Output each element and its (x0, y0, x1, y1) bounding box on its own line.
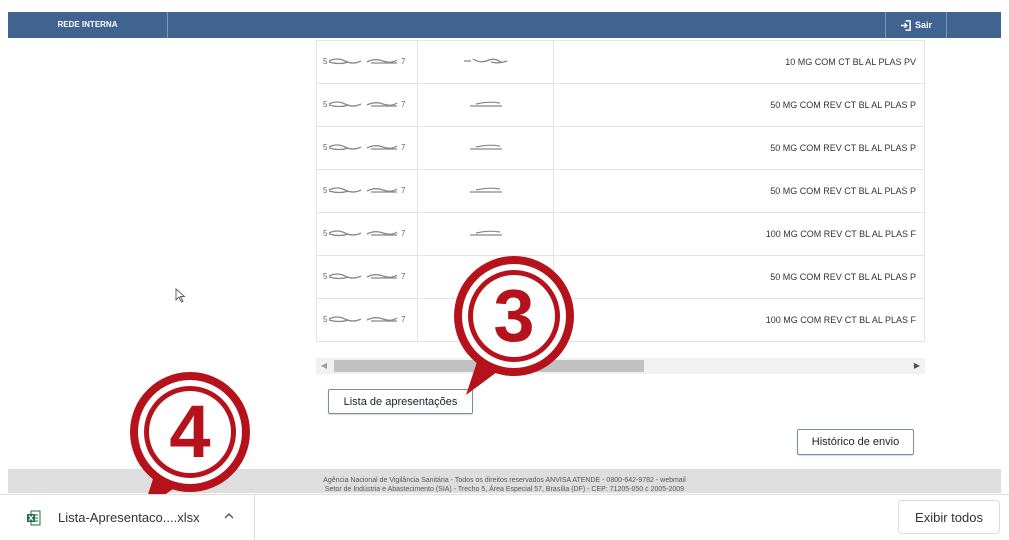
redacted-registration-cell: 57 (316, 126, 418, 170)
presentation-description-cell: 50 MG COM REV CT BL AL PLAS P (553, 83, 925, 127)
presentation-description-cell: 50 MG COM REV CT BL AL PLAS P (553, 169, 925, 213)
excel-file-icon (27, 510, 41, 525)
svg-text:7: 7 (401, 229, 406, 238)
presentation-description-cell: 50 MG COM REV CT BL AL PLAS P (553, 255, 925, 299)
svg-text:7: 7 (401, 186, 406, 195)
svg-text:7: 7 (401, 100, 406, 109)
table-row: 5 7 100 MG COM REV CT BL AL PLAS F (316, 212, 925, 256)
svg-text:7: 7 (401, 272, 406, 281)
step-3-number: 3 (493, 274, 534, 357)
horizontal-scrollbar[interactable]: ◀ ▶ (316, 358, 925, 374)
redacted-registration-cell: 57 (316, 83, 418, 127)
svg-text:5: 5 (323, 315, 328, 324)
download-item[interactable]: Lista-Apresentaco....xlsx (18, 495, 255, 540)
redacted-registration-cell: 57 (316, 298, 418, 342)
redacted-code-cell (417, 126, 554, 170)
redacted-code-cell (417, 40, 554, 84)
chevron-up-icon[interactable] (221, 508, 237, 524)
sair-button[interactable]: Sair (885, 12, 947, 38)
table-row: 5 7 50 MG COM REV CT BL AL PLAS P (316, 83, 925, 127)
svg-text:5: 5 (323, 229, 328, 238)
presentation-description-cell: 50 MG COM REV CT BL AL PLAS P (553, 126, 925, 170)
redacted-registration-cell: 57 (316, 212, 418, 256)
redacted-code-cell (417, 83, 554, 127)
historico-envio-button[interactable]: Histórico de envio (797, 429, 914, 455)
presentation-description-cell: 100 MG COM REV CT BL AL PLAS F (553, 298, 925, 342)
svg-text:5: 5 (323, 186, 328, 195)
table-row: 5 7 10 MG COM CT BL AL PLAS PV (316, 40, 925, 84)
redacted-registration-cell: 57 (316, 40, 418, 84)
exibir-todos-button[interactable]: Exibir todos (898, 500, 1000, 534)
presentation-description-cell: 10 MG COM CT BL AL PLAS PV (553, 40, 925, 84)
table-row: 5 7 50 MG COM REV CT BL AL PLAS P (316, 255, 925, 299)
redacted-code-cell (417, 169, 554, 213)
svg-text:5: 5 (323, 272, 328, 281)
rede-interna-link[interactable]: REDE INTERNA (8, 12, 168, 38)
step-4-number: 4 (169, 390, 210, 473)
table-row: 5 7 50 MG COM REV CT BL AL PLAS P (316, 169, 925, 213)
redacted-registration-cell: 57 (316, 255, 418, 299)
presentations-table: 5 7 10 MG COM CT BL AL PLAS PV 5 7 50 MG COM … (316, 40, 925, 343)
svg-text:5: 5 (323, 100, 328, 109)
download-file-name: Lista-Apresentaco....xlsx (58, 510, 200, 525)
table-row: 5 7 100 MG COM REV CT BL AL PLAS F (316, 298, 925, 342)
scroll-left-arrow-icon[interactable]: ◀ (316, 358, 332, 374)
redacted-registration-cell: 57 (316, 169, 418, 213)
svg-text:7: 7 (401, 143, 406, 152)
sair-label: Sair (914, 20, 932, 30)
svg-text:5: 5 (323, 57, 328, 66)
logout-icon (900, 19, 911, 31)
download-bar: Lista-Apresentaco....xlsx (0, 494, 1009, 540)
presentation-description-cell: 100 MG COM REV CT BL AL PLAS F (553, 212, 925, 256)
svg-text:7: 7 (401, 57, 406, 66)
svg-text:7: 7 (401, 315, 406, 324)
table-row: 5 7 50 MG COM REV CT BL AL PLAS P (316, 126, 925, 170)
step-3-callout: 3 (454, 256, 574, 395)
mouse-cursor-icon (175, 288, 186, 303)
scroll-right-arrow-icon[interactable]: ▶ (909, 358, 925, 374)
svg-text:5: 5 (323, 143, 328, 152)
top-navigation-bar: REDE INTERNA Sair (8, 12, 1001, 38)
